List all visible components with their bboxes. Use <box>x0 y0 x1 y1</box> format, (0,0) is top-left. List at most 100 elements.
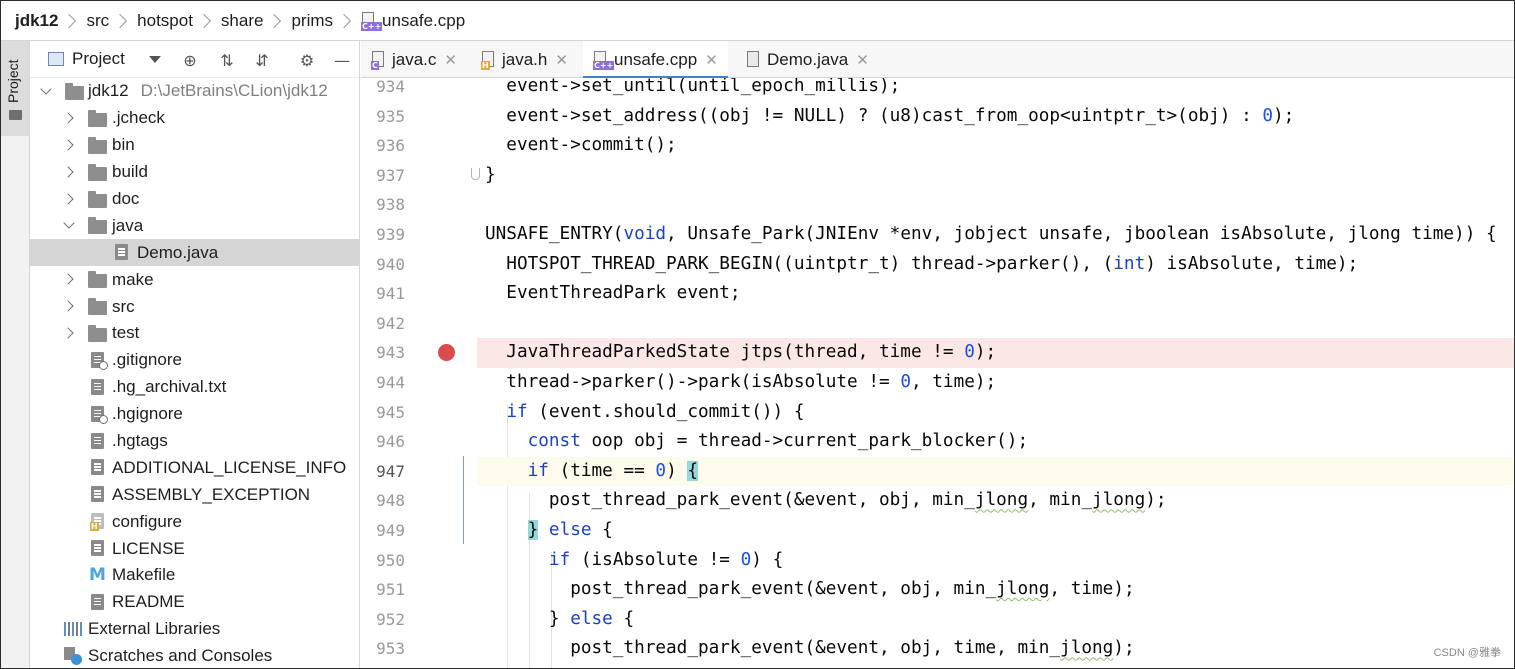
tree-item-readme[interactable]: README <box>30 589 359 616</box>
tree-item-assembly-exception[interactable]: ASSEMBLY_EXCEPTION <box>30 481 359 508</box>
code-line: 944 thread->parker()->park(isAbsolute !=… <box>361 368 1514 398</box>
chevron-right-icon[interactable] <box>62 112 74 124</box>
text-file-icon <box>91 432 104 449</box>
tree-item-scratches[interactable]: Scratches and Consoles <box>30 643 359 668</box>
breadcrumb-label: hotspot <box>137 10 193 30</box>
file-type-tag: C <box>371 60 379 70</box>
watermark: CSDN @雅拳 <box>1433 647 1501 659</box>
line-number: 950 <box>376 550 405 570</box>
breadcrumb-item-src[interactable]: src <box>86 1 109 41</box>
chevron-down-icon[interactable] <box>63 217 75 230</box>
breadcrumb-item-unsafe-cpp[interactable]: C++ unsafe.cpp <box>361 1 465 41</box>
minimize-icon[interactable]: — <box>332 50 352 70</box>
tree-item-make[interactable]: make <box>30 266 359 293</box>
chevron-right-icon[interactable] <box>62 327 74 339</box>
line-number: 949 <box>376 521 405 540</box>
java-file-icon <box>115 244 128 261</box>
tree-item-label: Scratches and Consoles <box>88 646 273 666</box>
chevron-right-icon[interactable] <box>62 192 74 205</box>
line-number: 935 <box>376 106 405 126</box>
breadcrumb-item-share[interactable]: share <box>221 1 264 41</box>
code-text: if (event.should_commit()) { <box>506 401 805 422</box>
tree-item-label: README <box>112 592 185 612</box>
cpp-file-icon: C++ <box>593 50 615 70</box>
breadcrumb-label: jdk12 <box>15 10 59 30</box>
breakpoint-icon[interactable] <box>438 344 455 362</box>
tree-item-bin[interactable]: bin <box>30 132 359 159</box>
tab-java-h[interactable]: H java.h ✕ <box>481 41 568 78</box>
tree-item-additional-license-info[interactable]: ADDITIONAL_LICENSE_INFO <box>30 454 359 481</box>
tree-item-doc[interactable]: doc <box>30 186 359 213</box>
chevron-right-icon <box>336 13 352 28</box>
close-icon[interactable]: ✕ <box>856 51 869 69</box>
code-text: EventThreadPark event; <box>485 283 741 304</box>
tree-item-java[interactable]: java <box>30 212 359 239</box>
close-icon[interactable]: ✕ <box>555 51 568 69</box>
tree-item-gitignore[interactable]: .gitignore <box>30 347 359 374</box>
tree-item-demo-java[interactable]: Demo.java <box>30 239 359 267</box>
code-editor[interactable]: 934 event->set_until(until_epoch_millis)… <box>361 78 1514 668</box>
tree-item-hgignore[interactable]: .hgignore <box>30 401 359 428</box>
project-view-selector[interactable]: Project <box>72 49 125 69</box>
code-text: post_thread_park_event(&event, obj, min_… <box>485 579 1135 600</box>
tree-item-jcheck[interactable]: .jcheck <box>30 105 359 132</box>
tree-item-label: ADDITIONAL_LICENSE_INFO <box>112 457 347 477</box>
line-number: 945 <box>376 402 405 422</box>
tree-item-label: .jcheck <box>112 108 165 128</box>
folder-icon <box>88 325 107 343</box>
text-file-icon <box>91 378 104 395</box>
expand-all-icon[interactable]: ⇅ <box>217 50 237 70</box>
tab-demo-java[interactable]: Demo.java ✕ <box>746 41 869 78</box>
cpp-file-icon: C++ <box>361 11 383 31</box>
project-tool-window-button[interactable]: Project <box>1 41 29 136</box>
breadcrumb-item-prims[interactable]: prims <box>291 1 333 41</box>
chevron-right-icon[interactable] <box>62 139 74 151</box>
breadcrumb-item-hotspot[interactable]: hotspot <box>137 1 193 41</box>
tree-item-label: Demo.java <box>137 242 219 262</box>
tree-item-hg-archival[interactable]: .hg_archival.txt <box>30 374 359 401</box>
line-number: 938 <box>376 195 405 215</box>
code-text: post_thread_park_event(&event, obj, time… <box>485 638 1135 659</box>
tab-label: java.c <box>392 49 437 69</box>
breadcrumb-item-jdk12[interactable]: jdk12 <box>15 1 58 41</box>
collapse-all-icon[interactable]: ⇵ <box>252 50 272 70</box>
tab-java-c[interactable]: C java.c ✕ <box>371 41 457 78</box>
breadcrumb: jdk12 src hotspot share prims C++ unsafe… <box>1 1 1514 41</box>
tree-item-label: ASSEMBLY_EXCEPTION <box>112 484 311 504</box>
folder-icon <box>88 109 107 127</box>
tree-item-label: .hg_archival.txt <box>112 377 227 397</box>
tab-unsafe-cpp[interactable]: C++ unsafe.cpp ✕ <box>583 41 728 79</box>
breadcrumb-label: prims <box>291 10 334 30</box>
close-icon[interactable]: ✕ <box>705 51 718 69</box>
chevron-right-icon[interactable] <box>62 273 74 285</box>
code-line: 951 post_thread_park_event(&event, obj, … <box>361 575 1514 605</box>
tree-item-build[interactable]: build <box>30 159 359 186</box>
tree-item-label: External Libraries <box>88 619 221 639</box>
chevron-down-icon[interactable] <box>40 83 52 95</box>
tree-item-configure[interactable]: H configure <box>30 508 359 535</box>
tree-item-label: test <box>112 323 140 343</box>
tree-item-label: src <box>112 296 135 316</box>
tree-item-makefile[interactable]: M Makefile <box>30 562 359 589</box>
library-icon <box>64 621 83 636</box>
line-number: 942 <box>376 313 405 333</box>
tree-item-test[interactable]: test <box>30 320 359 347</box>
tree-item-hgtags[interactable]: .hgtags <box>30 428 359 455</box>
folder-icon <box>88 217 107 235</box>
code-line: 945 if (event.should_commit()) { <box>361 398 1514 428</box>
close-icon[interactable]: ✕ <box>444 51 457 69</box>
project-panel: Project ⊕ ⇅ ⇵ ⚙ — jdk12 D:\JetBrains\CLio… <box>30 41 360 668</box>
gear-icon[interactable]: ⚙ <box>297 50 317 70</box>
target-icon[interactable]: ⊕ <box>180 50 200 70</box>
fold-marker-icon[interactable] <box>471 167 480 180</box>
chevron-right-icon[interactable] <box>62 166 74 178</box>
tree-item-label: build <box>112 162 148 182</box>
chevron-right-icon[interactable] <box>62 300 74 312</box>
tree-item-license[interactable]: LICENSE <box>30 535 359 562</box>
line-number: 946 <box>376 432 405 452</box>
tree-item-label: configure <box>112 511 182 531</box>
tree-root-jdk12[interactable]: jdk12 D:\JetBrains\CLion\jdk12 <box>30 78 359 105</box>
chevron-down-icon[interactable] <box>148 55 161 63</box>
tree-item-external-libraries[interactable]: External Libraries <box>30 616 359 643</box>
tree-item-src[interactable]: src <box>30 293 359 320</box>
